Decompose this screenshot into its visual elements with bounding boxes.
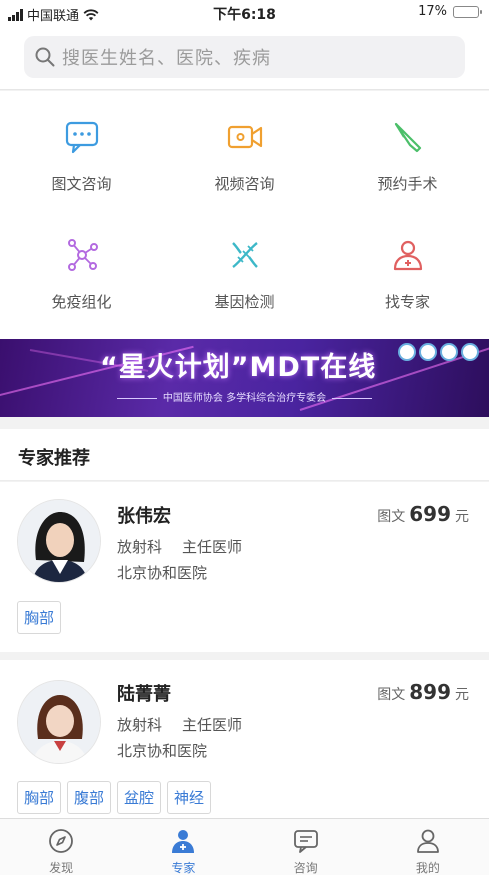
doctor-portrait — [18, 681, 100, 763]
dna-icon — [231, 242, 258, 268]
tab-profile[interactable]: 我的 — [367, 819, 489, 875]
doctor-portrait — [18, 500, 100, 582]
molecule-icon — [67, 239, 98, 271]
service-label: 基因检测 — [214, 293, 275, 311]
tag-list: 胸部 — [17, 601, 62, 634]
status-bar: 中国联通 下午6:18 17% — [0, 0, 489, 26]
clock: 下午6:18 — [213, 7, 276, 23]
price-label: 图文 — [377, 509, 406, 525]
service-gene-test[interactable]: 基因检测 — [163, 209, 326, 327]
doctor-hospital: 北京协和医院 — [117, 742, 208, 760]
avatar — [17, 499, 101, 583]
price-value: 899 — [409, 680, 451, 704]
specialty-tag[interactable]: 神经 — [167, 781, 212, 814]
search-placeholder: 搜医生姓名、医院、疾病 — [62, 48, 271, 69]
banner-title: “星火计划”MDT在线 — [100, 352, 377, 383]
price-value: 699 — [409, 502, 451, 526]
service-label: 找专家 — [384, 293, 430, 311]
service-label: 图文咨询 — [51, 175, 112, 193]
video-camera-icon — [227, 125, 262, 149]
specialty-tag[interactable]: 胸部 — [17, 781, 62, 814]
tab-label: 专家 — [171, 861, 196, 875]
doctor-card[interactable]: 张伟宏 放射科 主任医师 北京协和医院 图文 699 元 胸部 — [0, 482, 489, 652]
tab-discover[interactable]: 发现 — [0, 819, 122, 875]
battery-percent: 17% — [418, 4, 447, 19]
doctor-title: 主任医师 — [182, 716, 243, 734]
section-title: 专家推荐 — [18, 448, 90, 469]
avatar — [17, 680, 101, 764]
service-video-consult[interactable]: 视频咨询 — [163, 91, 326, 209]
compass-icon — [49, 829, 74, 853]
service-ihc[interactable]: 免疫组化 — [0, 209, 163, 327]
doctor-icon — [393, 240, 422, 271]
section-header: 专家推荐 — [0, 429, 489, 481]
scalpel-icon — [394, 122, 421, 153]
doctor-card[interactable]: 陆菁菁 放射科 主任医师 北京协和医院 图文 899 元 胸部 腹部 盆腔 神经 — [0, 660, 489, 818]
search-input[interactable]: 搜医生姓名、医院、疾病 — [24, 36, 465, 78]
partner-logos — [398, 343, 479, 361]
doctor-title: 主任医师 — [182, 538, 243, 556]
doctor-icon — [172, 830, 195, 853]
doctor-name: 张伟宏 — [117, 506, 171, 527]
doctor-department: 放射科 — [117, 538, 163, 556]
banner-subtitle: 中国医师协会 多学科综合治疗专委会 — [0, 389, 489, 404]
chat-icon — [65, 121, 98, 154]
price-label: 图文 — [377, 687, 406, 703]
doctor-info: 放射科 主任医师 — [117, 714, 262, 735]
service-book-surgery[interactable]: 预约手术 — [326, 91, 489, 209]
price-unit: 元 — [455, 687, 469, 703]
tab-label: 发现 — [49, 861, 74, 875]
search-bar-container: 搜医生姓名、医院、疾病 — [0, 26, 489, 90]
mdt-banner[interactable]: “星火计划”MDT在线 中国医师协会 多学科综合治疗专委会 — [0, 339, 489, 417]
partner-logo — [419, 343, 437, 361]
service-label: 视频咨询 — [214, 175, 275, 193]
battery-icon — [453, 5, 482, 18]
user-icon — [416, 829, 439, 853]
chat-icon — [293, 830, 318, 853]
specialty-tag[interactable]: 胸部 — [17, 601, 62, 634]
partner-logo — [440, 343, 458, 361]
service-label: 预约手术 — [377, 175, 438, 193]
partner-logo — [398, 343, 416, 361]
doctor-hospital: 北京协和医院 — [117, 564, 208, 582]
doctor-info: 放射科 主任医师 — [117, 536, 262, 557]
service-text-consult[interactable]: 图文咨询 — [0, 91, 163, 209]
specialty-tag[interactable]: 腹部 — [67, 781, 112, 814]
specialty-tag[interactable]: 盆腔 — [117, 781, 162, 814]
tab-label: 我的 — [415, 861, 440, 875]
consult-price: 图文 699 元 — [377, 502, 469, 526]
consult-price: 图文 899 元 — [377, 680, 469, 704]
partner-logo — [461, 343, 479, 361]
service-label: 免疫组化 — [51, 293, 112, 311]
tab-label: 咨询 — [293, 861, 318, 875]
tab-consult[interactable]: 咨询 — [245, 819, 367, 875]
service-find-expert[interactable]: 找专家 — [326, 209, 489, 327]
price-unit: 元 — [455, 509, 469, 525]
status-right: 17% — [418, 4, 482, 19]
tag-list: 胸部 腹部 盆腔 神经 — [17, 781, 212, 814]
service-grid: 图文咨询 视频咨询 预约手术 免疫组化 基因检测 找专家 — [0, 91, 489, 339]
doctor-department: 放射科 — [117, 716, 163, 734]
doctor-name: 陆菁菁 — [117, 684, 171, 705]
tab-experts[interactable]: 专家 — [122, 819, 244, 875]
bottom-tab-bar: 发现 专家 咨询 我的 — [0, 818, 489, 875]
search-icon — [35, 47, 55, 67]
